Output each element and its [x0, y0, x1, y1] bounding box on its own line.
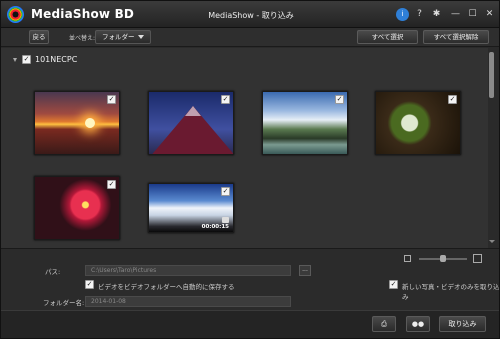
sort-dropdown[interactable]: フォルダー [95, 30, 151, 44]
path-label: パス: [45, 268, 61, 276]
folder-name: 101NECPC [35, 55, 78, 64]
thumbnail-area: ✓ 101NECPC ✓ ✓ ✓ ✓ ✓ ✓ 00:00:15 [1, 48, 491, 248]
gear-icon[interactable]: ✱ [430, 8, 443, 21]
print-icon: ⎙ [381, 320, 387, 328]
folder-checkbox[interactable]: ✓ [22, 55, 31, 64]
video-duration: 00:00:15 [201, 224, 229, 230]
video-icon [222, 217, 229, 223]
back-button[interactable]: 戻る [29, 30, 49, 44]
collapse-arrow-icon[interactable] [13, 58, 17, 62]
print-button[interactable]: ⎙ [372, 316, 396, 332]
title-bar: MediaShow BD MediaShow - 取り込み i ? ✱ — ☐ … [1, 1, 499, 28]
main-window: MediaShow BD MediaShow - 取り込み i ? ✱ — ☐ … [0, 0, 500, 339]
photo-checkbox[interactable]: ✓ [335, 95, 344, 104]
photo-thumbnail[interactable]: ✓ [262, 91, 348, 155]
auto-save-checkbox[interactable]: ✓ [85, 280, 94, 289]
photo-thumbnail[interactable]: ✓ [34, 176, 120, 240]
share-button[interactable]: ●● [406, 316, 430, 332]
photo-checkbox[interactable]: ✓ [107, 180, 116, 189]
help-icon[interactable]: ? [413, 8, 426, 21]
folder-name-label: フォルダー名: [43, 299, 85, 307]
window-title: MediaShow - 取り込み [208, 11, 294, 20]
maximize-icon[interactable]: ☐ [466, 8, 479, 21]
select-all-button[interactable]: すべて選択 [357, 30, 418, 44]
photo-thumbnail[interactable]: ✓ [148, 91, 234, 155]
app-name: MediaShow BD [31, 7, 135, 21]
minimize-icon[interactable]: — [449, 8, 462, 21]
sort-value: フォルダー [102, 33, 135, 41]
new-only-checkbox[interactable]: ✓ [389, 280, 398, 289]
video-checkbox[interactable]: ✓ [221, 187, 230, 196]
photo-thumbnail[interactable]: ✓ [375, 91, 461, 155]
large-thumbnail-icon[interactable] [473, 254, 482, 263]
path-field[interactable]: C:\Users\Taro\Pictures [85, 265, 291, 276]
new-only-label: 新しい写真・ビデオのみを取り込み [402, 283, 500, 301]
photo-checkbox[interactable]: ✓ [221, 95, 230, 104]
scroll-down-icon[interactable] [489, 240, 495, 243]
photo-checkbox[interactable]: ✓ [107, 95, 116, 104]
scrollbar-thumb[interactable] [489, 52, 494, 98]
chat-icon: ●● [411, 320, 425, 328]
browse-button[interactable]: ... [299, 265, 311, 276]
folder-name-field[interactable]: 2014-01-08 [85, 296, 291, 307]
sort-label: 並べ替え: [69, 35, 96, 42]
photo-thumbnail[interactable]: ✓ [34, 91, 120, 155]
video-thumbnail[interactable]: ✓ 00:00:15 [148, 183, 234, 233]
close-icon[interactable]: ✕ [483, 8, 496, 21]
deselect-all-button[interactable]: すべて選択解除 [423, 30, 489, 44]
photo-checkbox[interactable]: ✓ [448, 95, 457, 104]
slider-handle[interactable] [440, 255, 446, 262]
vertical-scrollbar[interactable] [488, 48, 496, 248]
chevron-down-icon [138, 35, 144, 39]
info-icon[interactable]: i [396, 8, 409, 21]
import-button[interactable]: 取り込み [439, 316, 486, 332]
auto-save-label: ビデオをビデオフォルダーへ自動的に保存する [98, 283, 235, 291]
app-logo-icon [7, 6, 24, 23]
small-thumbnail-icon[interactable] [404, 255, 411, 262]
